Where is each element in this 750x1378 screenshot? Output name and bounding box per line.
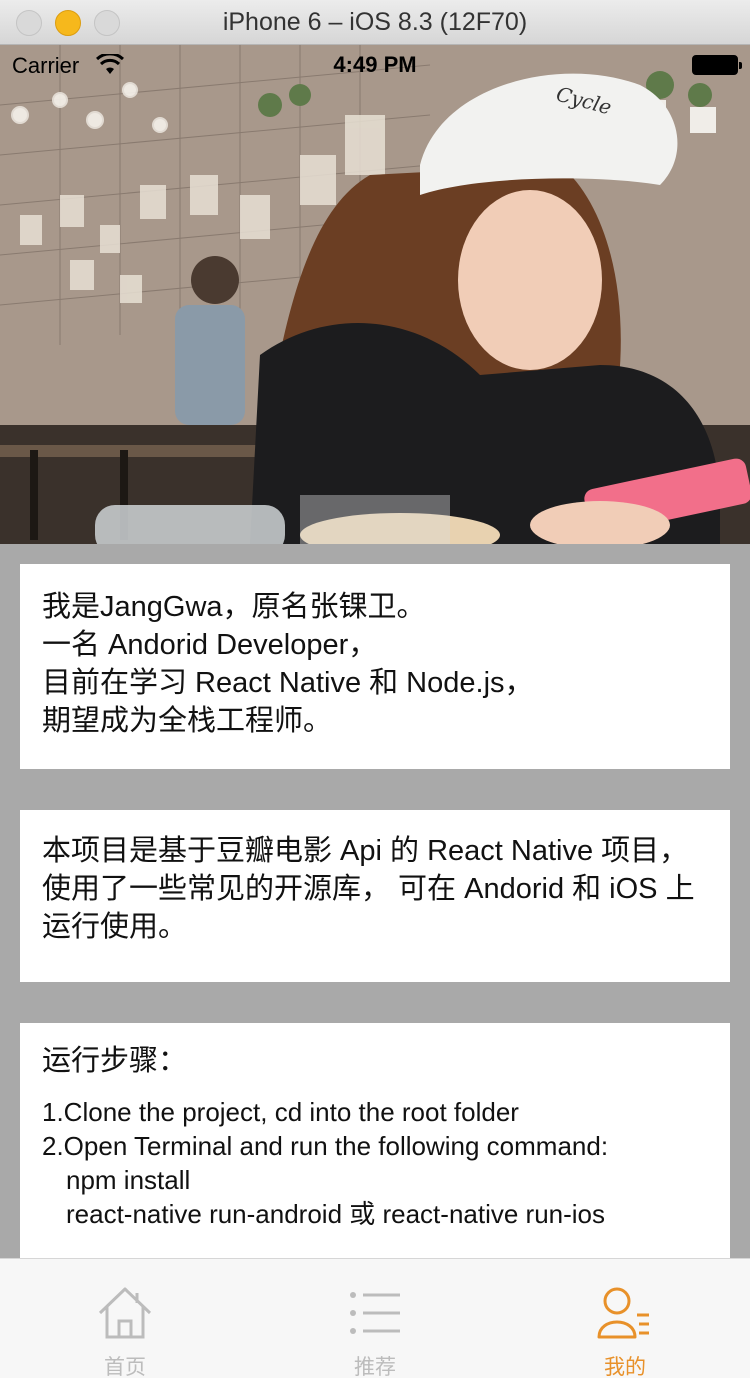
step-command: npm install <box>66 1165 191 1195</box>
steps-title: 运行步骤： <box>42 1045 188 1077</box>
battery-icon <box>692 55 742 75</box>
simulator-title-bar: iPhone 6 – iOS 8.3 (12F70) <box>0 0 750 45</box>
tab-home[interactable]: 首页 <box>0 1259 250 1378</box>
intro-line: 期望成为全栈工程师。 <box>42 705 333 737</box>
step-line: 2.Open Terminal and run the following co… <box>42 1131 609 1161</box>
list-icon <box>350 1292 400 1334</box>
tab-mine-label: 我的 <box>604 1356 646 1378</box>
run-steps-card: 运行步骤： 1.Clone the project, cd into the r… <box>20 1023 730 1263</box>
bottom-tab-bar: 首页 推荐 我的 <box>0 1258 750 1378</box>
tab-recommend-label: 推荐 <box>354 1356 396 1378</box>
intro-line: 我是JangGwa，原名张锞卫。 <box>42 591 426 623</box>
ios-status-bar: Carrier 4:49 PM <box>0 45 750 85</box>
tab-recommend[interactable]: 推荐 <box>250 1259 500 1378</box>
intro-line: 目前在学习 React Native 和 Node.js， <box>42 667 534 699</box>
step-command: react-native run-android 或 react-native … <box>66 1199 606 1229</box>
home-icon <box>98 1287 152 1339</box>
project-description-card: 本项目是基于豆瓣电影 Api 的 React Native 项目， 使用了一些常… <box>20 810 730 982</box>
tab-mine[interactable]: 我的 <box>500 1259 750 1378</box>
step-line: 1.Clone the project, cd into the root fo… <box>42 1097 519 1127</box>
window-title: iPhone 6 – iOS 8.3 (12F70) <box>222 8 528 36</box>
intro-line: 一名 Andorid Developer， <box>42 629 378 661</box>
tab-home-label: 首页 <box>104 1356 146 1378</box>
intro-card: 我是JangGwa，原名张锞卫。 一名 Andorid Developer， 目… <box>20 564 730 769</box>
project-description: 本项目是基于豆瓣电影 Api 的 React Native 项目， 使用了一些常… <box>42 835 695 943</box>
profile-cover-photo: Cycle <box>0 45 750 544</box>
profile-icon <box>597 1287 649 1339</box>
cover-photo-illustration: Cycle <box>0 45 750 544</box>
clock: 4:49 PM <box>333 52 417 77</box>
